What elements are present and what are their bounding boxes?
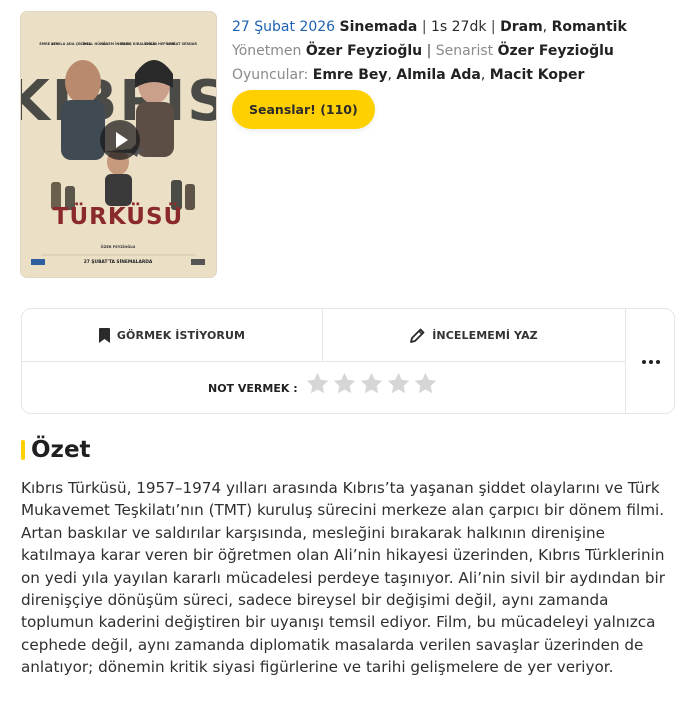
summary-heading-text: Özet [31, 437, 91, 463]
movie-poster[interactable]: EMRE BEY ALMILA ADA ÇELİKEL CEMAL HÜNAL … [21, 12, 216, 277]
writer-link[interactable]: Özer Feyzioğlu [498, 43, 614, 59]
poster-release-caption: 27 ŞUBAT'TA SİNEMALARDA [84, 258, 153, 265]
poster-cast-name-7: MURAT SERDAR [167, 42, 197, 46]
more-options-button[interactable] [625, 309, 674, 413]
want-to-watch-button[interactable]: GÖRMEK İSTİYORUM [22, 309, 323, 362]
separator: | [421, 19, 431, 35]
play-trailer-button[interactable] [100, 120, 140, 160]
cast-link-1[interactable]: Emre Bey [313, 67, 388, 83]
star-icon-2[interactable] [332, 371, 357, 396]
movie-info: 27 Şubat 2026 Sinemada | 1s 27dk | Dram,… [232, 15, 672, 87]
bookmark-icon [98, 327, 110, 343]
write-review-button[interactable]: İNCELEMEMİ YAZ [323, 309, 625, 362]
poster-title-turkusu: TÜRKÜSÜ [53, 202, 183, 230]
star-rating[interactable] [305, 371, 438, 396]
cast-link-2[interactable]: Almila Ada [396, 67, 480, 83]
write-review-label: İNCELEMEMİ YAZ [432, 328, 538, 342]
play-icon [116, 132, 128, 148]
separator: | [426, 43, 436, 59]
director-link[interactable]: Özer Feyzioğlu [306, 43, 422, 59]
star-icon-4[interactable] [386, 371, 411, 396]
genre-link-dram[interactable]: Dram [500, 19, 543, 35]
summary-text: Kıbrıs Türküsü, 1957–1974 yılları arasın… [21, 479, 665, 677]
cast-label: Oyuncular: [232, 67, 309, 83]
star-icon-1[interactable] [305, 371, 330, 396]
star-icon-3[interactable] [359, 371, 384, 396]
heading-accent-bar [21, 440, 25, 460]
meta-row: 27 Şubat 2026 Sinemada | 1s 27dk | Dram,… [232, 15, 672, 39]
crew-row: Yönetmen Özer Feyzioğlu | Senarist Özer … [232, 39, 672, 63]
want-to-watch-label: GÖRMEK İSTİYORUM [116, 328, 246, 342]
director-label: Yönetmen [232, 43, 302, 59]
poster-director-credit: ÖZER FEYZİOĞLU [101, 244, 136, 249]
summary-heading: Özet [21, 434, 91, 466]
genre-link-romantik[interactable]: Romantik [552, 19, 627, 35]
showtimes-button[interactable]: Seanslar! (110) [232, 90, 375, 129]
separator: , [542, 19, 552, 35]
cast-row: Oyuncular: Emre Bey, Almila Ada, Macit K… [232, 63, 672, 87]
user-actions-panel: GÖRMEK İSTİYORUM İNCELEMEMİ YAZ NOT VERM… [21, 308, 675, 414]
rating-label: NOT VERMEK : [208, 382, 298, 395]
status-label: Sinemada [339, 19, 418, 35]
separator: | [486, 19, 501, 35]
more-dots-icon [642, 360, 660, 364]
pencil-icon [410, 328, 425, 343]
duration-label: 1s 27dk [431, 19, 487, 35]
separator: , [480, 67, 490, 83]
writer-label: Senarist [435, 43, 494, 59]
cast-link-3[interactable]: Macit Koper [490, 67, 585, 83]
release-date-link[interactable]: 27 Şubat 2026 [232, 19, 335, 35]
star-icon-5[interactable] [413, 371, 438, 396]
